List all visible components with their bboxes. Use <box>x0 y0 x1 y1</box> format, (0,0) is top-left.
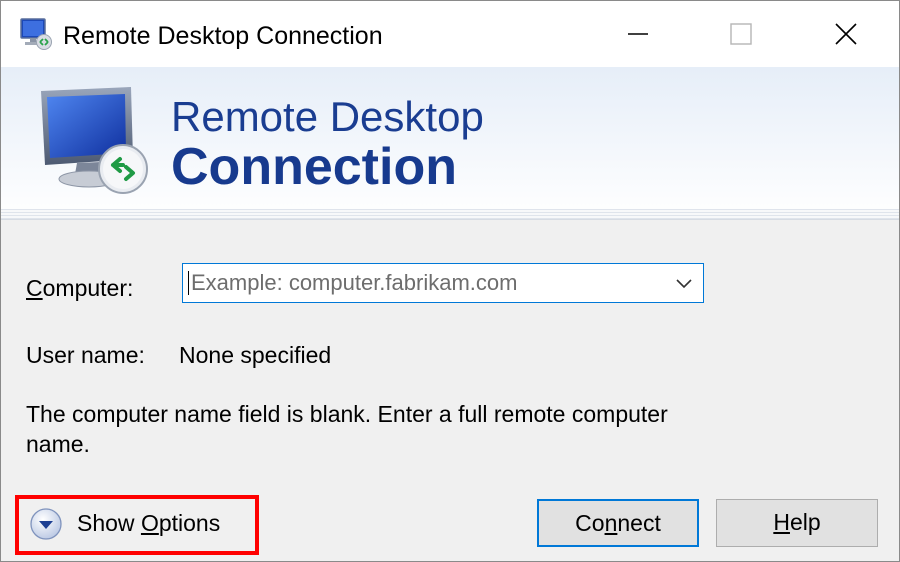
banner-title-line2: Connection <box>171 138 457 196</box>
banner-divider <box>1 209 899 219</box>
help-label-part2: elp <box>789 509 821 535</box>
show-options-accesskey: O <box>140 510 159 536</box>
maximize-icon <box>730 23 752 45</box>
show-options-button[interactable]: Show Options <box>29 503 249 543</box>
connect-label-part2: nect <box>617 510 661 536</box>
remote-desktop-icon <box>20 18 52 50</box>
maximize-button[interactable] <box>711 11 771 57</box>
username-value: None specified <box>179 342 332 368</box>
connect-button[interactable]: Connect <box>537 499 699 547</box>
username-label: User name: <box>26 342 145 368</box>
help-button[interactable]: Help <box>716 499 878 547</box>
banner-title-line1: Remote Desktop <box>171 93 484 140</box>
remote-desktop-monitor-icon <box>41 87 148 194</box>
minimize-icon <box>628 33 648 35</box>
computer-label-text: omputer: <box>42 275 134 301</box>
computer-label-accesskey: C <box>26 275 43 301</box>
chevron-down-icon[interactable] <box>675 276 693 290</box>
connect-accesskey: n <box>604 510 618 536</box>
computer-combobox[interactable] <box>182 263 704 303</box>
computer-label: Computer: <box>26 274 133 302</box>
connect-label-part1: Co <box>575 510 605 536</box>
rdc-window: Remote Desktop Connection Remote Desktop… <box>0 0 900 562</box>
text-caret <box>188 271 189 295</box>
computer-input[interactable] <box>191 264 661 302</box>
expand-circle-icon <box>30 508 62 540</box>
close-icon <box>835 23 857 45</box>
minimize-button[interactable] <box>608 11 668 57</box>
window-title: Remote Desktop Connection <box>63 22 383 50</box>
show-options-label-part2: ptions <box>158 510 221 536</box>
show-options-label: Show Options <box>77 509 220 537</box>
status-message: The computer name field is blank. Enter … <box>26 401 668 457</box>
title-bar[interactable]: Remote Desktop Connection <box>1 1 899 67</box>
banner: Remote Desktop Connection <box>1 67 899 220</box>
close-button[interactable] <box>816 11 876 57</box>
show-options-label-part1: Show <box>77 510 141 536</box>
help-accesskey: H <box>773 509 790 535</box>
